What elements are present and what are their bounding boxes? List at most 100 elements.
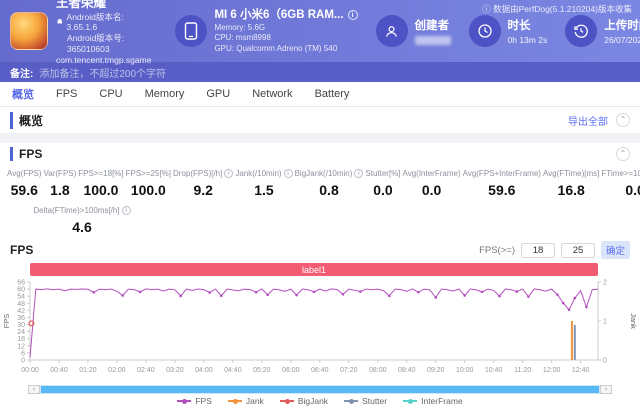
fps-threshold-label: FPS(>=) (479, 245, 515, 256)
stats-row-1: Avg(FPS)59.6Var(FPS)1.8FPS>=18[%]100.0FP… (0, 165, 640, 200)
tab-概览[interactable]: 概览 (12, 86, 34, 102)
fps-threshold-input-2[interactable] (561, 243, 595, 258)
creator-block: 创建者 (376, 15, 451, 47)
legend-item-Stutter[interactable]: Stutter (344, 396, 387, 406)
tab-GPU[interactable]: GPU (206, 88, 230, 100)
game-title: 王者荣耀 (56, 0, 151, 12)
svg-text:2: 2 (603, 280, 607, 287)
phone-icon (175, 15, 207, 47)
svg-text:0: 0 (603, 358, 607, 365)
info-icon[interactable]: i (354, 169, 363, 178)
svg-text:00:40: 00:40 (50, 367, 68, 374)
svg-text:66: 66 (17, 280, 25, 287)
svg-text:06:00: 06:00 (282, 367, 300, 374)
fps-threshold-input-1[interactable] (521, 243, 555, 258)
stat-Stutter[%]: Stutter[%]0.0 (364, 167, 401, 200)
duration-value: 0h 13m 2s (508, 35, 548, 45)
chart-scrollbar: ‹ › (28, 384, 612, 394)
overview-collapse-button[interactable]: ⌃ (616, 113, 630, 127)
scrollbar-right-arrow[interactable]: › (600, 385, 612, 394)
fps-chart-title: FPS (10, 243, 33, 257)
note-label: 备注: (10, 65, 33, 80)
svg-text:06:40: 06:40 (311, 367, 329, 374)
svg-text:09:20: 09:20 (427, 367, 445, 374)
upload-time-label: 上传时间 (604, 17, 640, 33)
device-title: MI 6 小米6（6GB RAM... (214, 8, 343, 23)
svg-text:12: 12 (17, 343, 25, 350)
perfdog-version-note: ⓘ 数据由PerfDog(5.1.210204)版本收集 (482, 3, 632, 15)
tab-Memory[interactable]: Memory (145, 88, 185, 100)
stat-Avg(InterFrame): Avg(InterFrame)0.0 (402, 167, 462, 200)
stat-Avg(FPS): Avg(FPS)59.6 (6, 167, 43, 200)
stat-Jank(/10min): Jank(/10min)i1.5 (234, 167, 293, 200)
stat-FPS>=18[%]: FPS>=18[%]100.0 (77, 167, 124, 200)
svg-text:10:40: 10:40 (485, 367, 503, 374)
game-app-icon (10, 12, 48, 50)
stat-FPS>=25[%]: FPS>=25[%]100.0 (125, 167, 172, 200)
scrollbar-left-arrow[interactable]: ‹ (28, 385, 40, 394)
svg-text:11:20: 11:20 (514, 367, 531, 374)
tab-Battery[interactable]: Battery (315, 88, 350, 100)
svg-text:6: 6 (21, 350, 25, 357)
tab-CPU[interactable]: CPU (99, 88, 122, 100)
threshold-apply-button[interactable]: 确定 (601, 241, 630, 259)
svg-text:12:40: 12:40 (572, 367, 590, 374)
svg-text:07:20: 07:20 (340, 367, 358, 374)
fps-chart-header: FPS FPS(>=) 确定 (0, 239, 640, 261)
stat-Drop(FPS)[/h]: Drop(FPS)[/h]i9.2 (172, 167, 234, 200)
svg-text:60: 60 (17, 287, 25, 294)
svg-text:30: 30 (17, 322, 25, 329)
device-info-icon[interactable]: i (348, 10, 358, 20)
svg-text:08:40: 08:40 (398, 367, 416, 374)
svg-text:0: 0 (21, 358, 25, 365)
svg-text:03:20: 03:20 (166, 367, 184, 374)
scene-label-band[interactable]: label1 (30, 263, 598, 276)
stat-Delta(FTime)>100ms[/h]: Delta(FTime)>100ms[/h]i4.6 (22, 204, 142, 237)
note-input-placeholder[interactable]: 添加备注，不超过200个字符 (39, 65, 166, 80)
report-header: ⓘ 数据由PerfDog(5.1.210204)版本收集 王者荣耀 Androi… (0, 0, 640, 62)
stat-Var(FPS): Var(FPS)1.8 (43, 167, 78, 200)
tab-Network[interactable]: Network (252, 88, 292, 100)
svg-text:02:40: 02:40 (137, 367, 155, 374)
scrollbar-thumb[interactable] (40, 385, 600, 394)
svg-text:Jank: Jank (629, 313, 638, 329)
fps-collapse-button[interactable]: ⌃ (616, 147, 630, 161)
info-icon[interactable]: i (224, 169, 233, 178)
svg-text:04:40: 04:40 (224, 367, 242, 374)
svg-text:FPS: FPS (2, 314, 11, 329)
app-version-code: Android版本号: 365010603 (67, 33, 151, 54)
chart-legend: FPS Jank BigJank Stutter InterFrame (0, 394, 640, 408)
svg-text:00:00: 00:00 (21, 367, 39, 374)
legend-item-BigJank[interactable]: BigJank (280, 396, 328, 406)
legend-item-InterFrame[interactable]: InterFrame (403, 396, 463, 406)
legend-item-Jank[interactable]: Jank (228, 396, 264, 406)
overview-title: 概览 (10, 112, 43, 129)
duration-label: 时长 (508, 17, 548, 33)
svg-text:48: 48 (17, 301, 25, 308)
svg-text:18: 18 (17, 336, 25, 343)
fps-section-title: FPS (10, 147, 42, 161)
export-all-link[interactable]: 导出全部 (568, 113, 608, 128)
svg-text:1: 1 (603, 319, 607, 326)
svg-text:05:20: 05:20 (253, 367, 271, 374)
app-info-block: 王者荣耀 Android版本名: 3.65.1.6 Android版本号: 36… (10, 0, 151, 66)
svg-text:12:00: 12:00 (543, 367, 561, 374)
stat-BigJank(/10min): BigJank(/10min)i0.8 (294, 167, 365, 200)
tab-FPS[interactable]: FPS (56, 88, 77, 100)
stats-row-2: Delta(FTime)>100ms[/h]i4.6 (0, 200, 640, 239)
info-icon[interactable]: i (284, 169, 293, 178)
device-gpu: GPU: Qualcomm Adreno (TM) 540 (214, 44, 357, 54)
history-icon (565, 15, 597, 47)
stat-FTime>=100ms[%]: FTime>=100ms[%]0.0 (600, 167, 640, 200)
svg-text:08:00: 08:00 (369, 367, 387, 374)
stat-Avg(FPS+InterFrame): Avg(FPS+InterFrame)59.6 (462, 167, 542, 200)
app-package: com.tencent.tmgp.sgame (56, 55, 151, 66)
legend-item-FPS[interactable]: FPS (177, 396, 212, 406)
svg-text:10:00: 10:00 (456, 367, 474, 374)
app-version-name: Android版本名: 3.65.1.6 (67, 12, 152, 33)
fps-line-chart[interactable]: 061218243036424854606601200:0000:4001:20… (0, 278, 640, 378)
info-icon[interactable]: i (122, 206, 131, 215)
device-cpu: CPU: msm8998 (214, 33, 357, 43)
svg-text:42: 42 (17, 308, 25, 315)
creator-value-redacted (415, 36, 451, 45)
